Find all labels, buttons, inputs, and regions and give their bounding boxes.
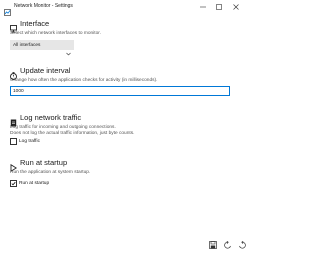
log-traffic-description-line2: Does not log the actual traffic informat… [10, 131, 135, 136]
minimize-icon [200, 6, 206, 8]
undo-icon [224, 241, 231, 249]
interface-title: Interface [20, 19, 50, 28]
maximize-icon [216, 4, 222, 10]
reset-button[interactable] [237, 240, 247, 250]
update-interval-value[interactable] [13, 88, 113, 95]
interface-dropdown-value: All interfaces [13, 43, 41, 48]
checkmark-icon [11, 181, 16, 186]
play-icon [10, 159, 18, 173]
log-traffic-checkbox-label[interactable]: Log traffic [19, 138, 40, 145]
run-at-startup-checkbox[interactable] [10, 180, 17, 187]
close-button[interactable] [229, 0, 243, 14]
network-monitor-app-icon [4, 3, 11, 16]
settings-window: Network Monitor - Settings Interface Sel… [0, 0, 251, 253]
monitor-icon [10, 20, 17, 33]
log-traffic-checkbox[interactable] [10, 138, 17, 145]
minimize-button[interactable] [196, 0, 210, 14]
window-title: Network Monitor - Settings [14, 3, 73, 9]
undo-button[interactable] [223, 240, 233, 250]
interface-description: Select which network interfaces to monit… [10, 31, 101, 36]
run-at-startup-title: Run at startup [20, 158, 68, 167]
run-at-startup-description: Run the application at system startup. [10, 170, 91, 175]
close-icon [233, 4, 239, 10]
update-interval-title: Update interval [20, 66, 71, 75]
update-interval-input[interactable] [10, 86, 230, 96]
chevron-down-icon [66, 43, 71, 56]
reset-icon [239, 241, 246, 249]
stopwatch-icon [10, 67, 17, 80]
maximize-button[interactable] [212, 0, 226, 14]
document-icon [10, 114, 17, 127]
interface-dropdown[interactable]: All interfaces [10, 40, 74, 56]
update-interval-description: Change how often the application checks … [10, 78, 158, 83]
run-at-startup-checkbox-label[interactable]: Run at startup [19, 180, 49, 187]
title-bar: Network Monitor - Settings [0, 0, 251, 16]
log-traffic-title: Log network traffic [20, 113, 82, 122]
save-button[interactable] [208, 240, 218, 250]
save-icon [209, 241, 217, 249]
